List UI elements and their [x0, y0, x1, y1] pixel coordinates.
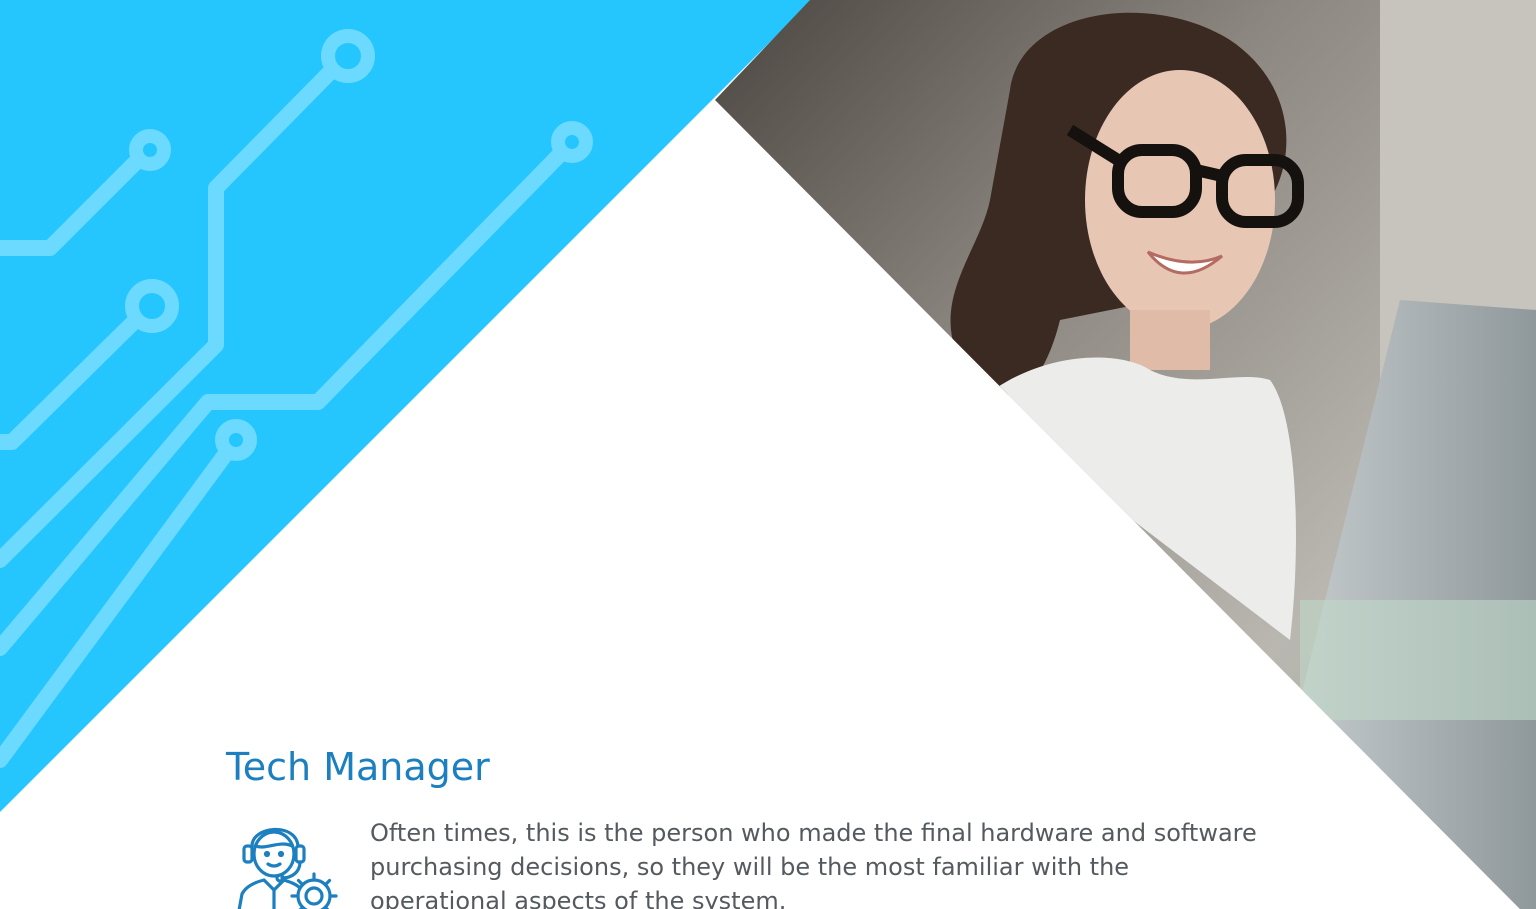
brochure-page: Tech Manager Often times, this is the pe [0, 0, 1536, 909]
support-agent-gear-icon [237, 827, 338, 909]
role-title: Tech Manager [226, 745, 490, 789]
person-photo [715, 0, 1536, 909]
role-description: Often times, this is the person who made… [370, 819, 1257, 909]
circuit-decoration [0, 0, 812, 812]
